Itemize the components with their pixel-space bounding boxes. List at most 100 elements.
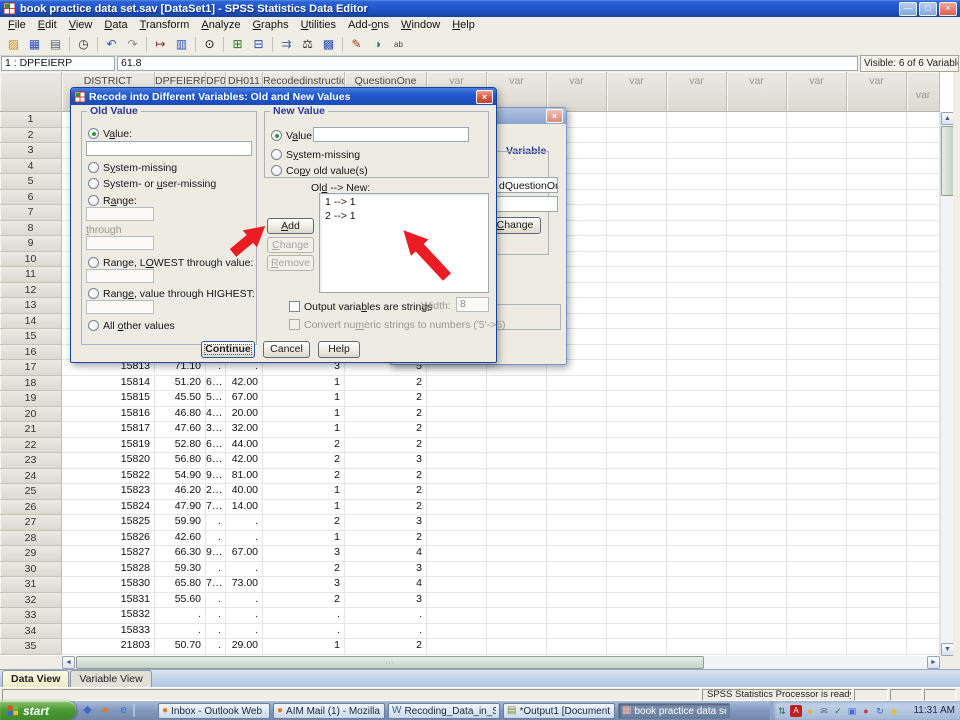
table-cell[interactable]: 15824 (62, 500, 155, 516)
scroll-up-icon[interactable]: ▲ (941, 112, 953, 125)
table-cell[interactable] (907, 252, 940, 268)
table-cell[interactable] (907, 593, 940, 609)
table-cell[interactable] (547, 376, 607, 392)
table-cell[interactable] (607, 236, 667, 252)
table-cell[interactable]: 3 (345, 515, 427, 531)
table-cell[interactable] (667, 190, 727, 206)
range-lowest-input[interactable] (86, 269, 154, 283)
table-cell[interactable] (787, 376, 847, 392)
row-header[interactable]: 19 (0, 391, 62, 407)
table-cell[interactable] (727, 422, 787, 438)
table-cell[interactable]: 1 (263, 422, 345, 438)
table-cell[interactable]: 65.80 (155, 577, 206, 593)
table-cell[interactable] (907, 128, 940, 144)
table-cell[interactable] (607, 453, 667, 469)
table-cell[interactable] (787, 593, 847, 609)
table-cell[interactable] (907, 221, 940, 237)
tray-update-icon[interactable]: ✓ (832, 705, 844, 717)
table-cell[interactable]: 67.00 (226, 391, 263, 407)
table-cell[interactable] (847, 190, 907, 206)
table-cell[interactable] (607, 360, 667, 376)
table-cell[interactable] (607, 267, 667, 283)
table-cell[interactable]: 4 (345, 546, 427, 562)
width-input[interactable]: 8 (456, 297, 489, 312)
table-cell[interactable]: 66.30 (155, 546, 206, 562)
range-high-input[interactable] (86, 236, 154, 250)
table-cell[interactable] (487, 453, 547, 469)
table-cell[interactable]: 2… (206, 484, 226, 500)
table-cell[interactable] (787, 143, 847, 159)
table-cell[interactable]: . (206, 624, 226, 640)
table-cell[interactable] (787, 391, 847, 407)
table-cell[interactable] (907, 376, 940, 392)
table-cell[interactable] (667, 484, 727, 500)
table-cell[interactable]: . (226, 562, 263, 578)
table-cell[interactable] (847, 515, 907, 531)
table-cell[interactable] (907, 190, 940, 206)
open-file-icon[interactable]: ▨ (3, 35, 24, 54)
table-cell[interactable]: 2 (263, 453, 345, 469)
table-cell[interactable]: 73.00 (226, 577, 263, 593)
table-cell[interactable] (487, 624, 547, 640)
continue-button[interactable]: Continue (201, 341, 255, 358)
table-cell[interactable]: 3 (345, 562, 427, 578)
table-cell[interactable] (607, 608, 667, 624)
table-cell[interactable] (727, 267, 787, 283)
table-cell[interactable] (907, 205, 940, 221)
table-cell[interactable]: 1 (263, 639, 345, 655)
table-cell[interactable] (607, 112, 667, 128)
table-cell[interactable] (487, 577, 547, 593)
table-cell[interactable] (667, 205, 727, 221)
table-cell[interactable]: 2 (345, 438, 427, 454)
table-cell[interactable] (907, 546, 940, 562)
table-cell[interactable] (847, 500, 907, 516)
table-cell[interactable] (847, 236, 907, 252)
table-cell[interactable] (907, 298, 940, 314)
table-cell[interactable] (907, 391, 940, 407)
table-cell[interactable] (847, 329, 907, 345)
table-cell[interactable] (907, 515, 940, 531)
table-cell[interactable]: . (206, 515, 226, 531)
table-cell[interactable] (427, 577, 487, 593)
quick-launch-app-icon[interactable]: ◆ (80, 703, 95, 718)
table-cell[interactable] (787, 221, 847, 237)
table-cell[interactable] (487, 562, 547, 578)
table-cell[interactable] (787, 531, 847, 547)
row-header[interactable]: 4 (0, 159, 62, 175)
table-cell[interactable] (727, 128, 787, 144)
table-cell[interactable] (787, 453, 847, 469)
table-cell[interactable]: 1 (263, 484, 345, 500)
table-cell[interactable] (907, 143, 940, 159)
column-header-var[interactable]: var (607, 72, 667, 112)
table-cell[interactable]: 15828 (62, 562, 155, 578)
all-other-values-radio[interactable] (88, 320, 99, 331)
table-cell[interactable]: 52.80 (155, 438, 206, 454)
table-cell[interactable] (667, 407, 727, 423)
table-cell[interactable] (547, 577, 607, 593)
table-cell[interactable] (427, 624, 487, 640)
insert-cases-icon[interactable]: ⊞ (227, 35, 248, 54)
table-cell[interactable] (787, 500, 847, 516)
table-cell[interactable] (907, 577, 940, 593)
table-cell[interactable] (787, 267, 847, 283)
table-cell[interactable] (727, 143, 787, 159)
weight-cases-icon[interactable]: ⚖ (297, 35, 318, 54)
table-cell[interactable] (787, 422, 847, 438)
table-cell[interactable] (847, 267, 907, 283)
table-cell[interactable] (847, 608, 907, 624)
row-header[interactable]: 18 (0, 376, 62, 392)
table-cell[interactable] (547, 484, 607, 500)
table-cell[interactable] (667, 531, 727, 547)
table-cell[interactable]: 47.60 (155, 422, 206, 438)
table-cell[interactable] (727, 484, 787, 500)
table-cell[interactable] (727, 407, 787, 423)
table-cell[interactable] (847, 252, 907, 268)
table-cell[interactable] (607, 531, 667, 547)
table-cell[interactable] (847, 422, 907, 438)
table-cell[interactable]: 1 (263, 376, 345, 392)
add-button[interactable]: Add (267, 218, 314, 234)
table-cell[interactable] (667, 236, 727, 252)
scroll-down-icon[interactable]: ▼ (941, 643, 953, 656)
row-header[interactable]: 9 (0, 236, 62, 252)
table-cell[interactable] (847, 283, 907, 299)
